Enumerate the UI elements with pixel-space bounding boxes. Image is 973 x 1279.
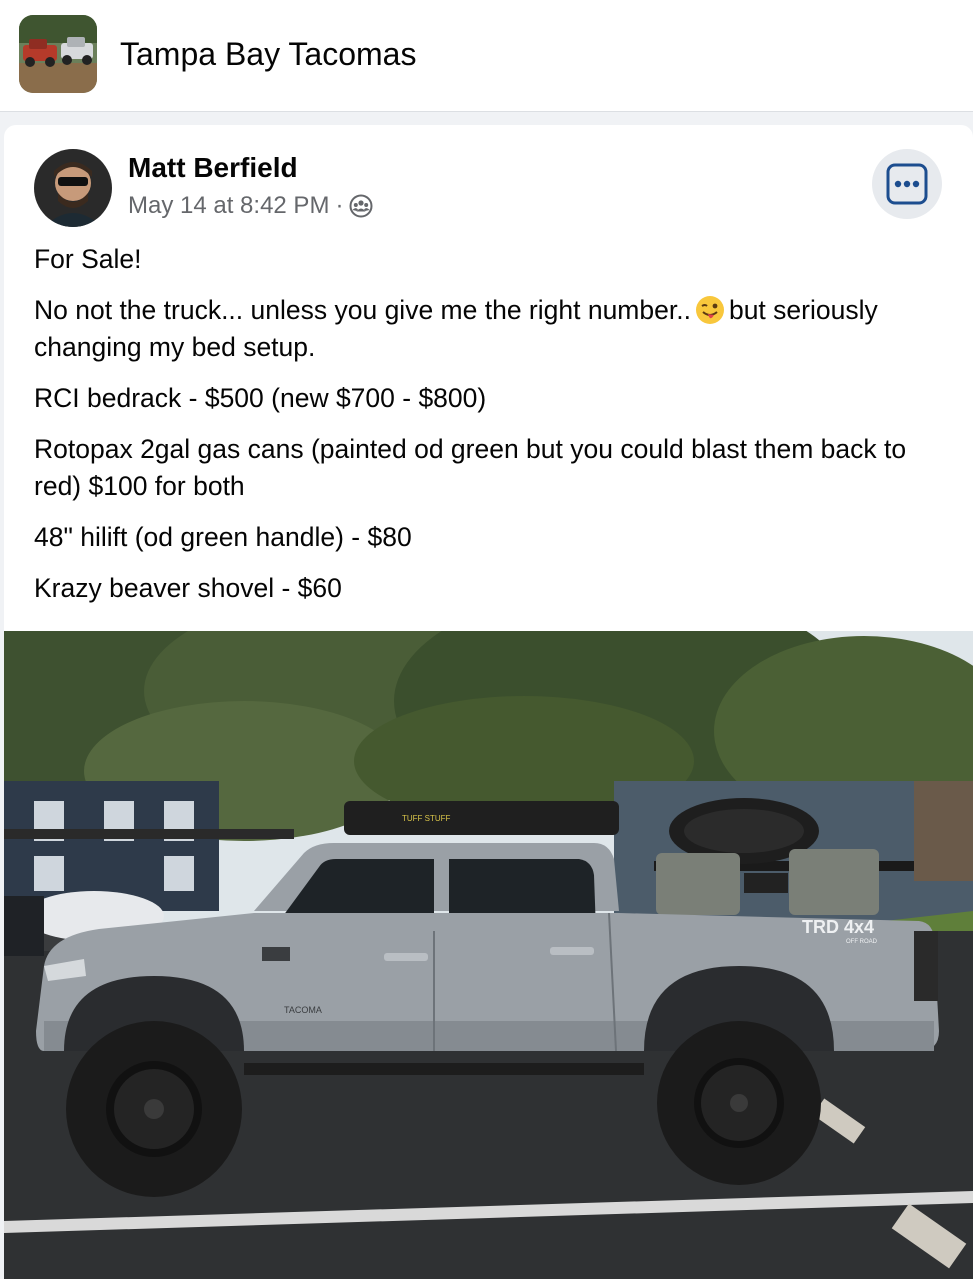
- tacoma-badge-text: TACOMA: [284, 1005, 322, 1015]
- author-name[interactable]: Matt Berfield: [128, 151, 298, 185]
- meta-separator: ·: [335, 192, 344, 219]
- post-line: Krazy beaver shovel - $60: [34, 573, 342, 603]
- group-photo-truck-icon: [19, 15, 97, 93]
- post-line: Rotopax 2gal gas cans (painted od green …: [34, 434, 907, 501]
- facebook-post-screen: Tampa Bay Tacomas Matt Berfield May 14 a…: [0, 0, 973, 1279]
- trd-badge-subtext: OFF ROAD: [846, 939, 878, 945]
- more-options-icon: [886, 163, 928, 205]
- group-members-icon[interactable]: [349, 194, 373, 218]
- truck-photo: TUFF STUFF TRD 4x4 OFF ROAD TACOMA: [4, 631, 973, 1279]
- post-line: 48" hilift (od green handle) - $80: [34, 522, 412, 552]
- winking-face-with-tongue-emoji: [695, 296, 724, 324]
- post-line: For Sale!: [34, 244, 142, 274]
- trd-badge-text: TRD 4x4: [802, 917, 874, 937]
- author-avatar[interactable]: [34, 149, 112, 227]
- group-avatar[interactable]: [19, 15, 97, 93]
- post-card: Matt Berfield May 14 at 8:42 PM · For Sa…: [4, 125, 973, 1279]
- post-photo[interactable]: TUFF STUFF TRD 4x4 OFF ROAD TACOMA: [4, 631, 973, 1279]
- author-photo-icon: [34, 149, 112, 227]
- post-line: No not the truck... unless you give me t…: [34, 292, 934, 366]
- tent-logo-text: TUFF STUFF: [402, 814, 451, 823]
- post-text: For Sale! No not the truck... unless you…: [34, 241, 934, 621]
- more-options-button[interactable]: [872, 149, 942, 219]
- post-line: RCI bedrack - $500 (new $700 - $800): [34, 383, 487, 413]
- group-name[interactable]: Tampa Bay Tacomas: [120, 34, 416, 74]
- post-line-part: No not the truck... unless you give me t…: [34, 295, 691, 325]
- post-timestamp[interactable]: May 14 at 8:42 PM: [128, 191, 329, 221]
- post-meta: May 14 at 8:42 PM ·: [128, 191, 373, 221]
- group-header: Tampa Bay Tacomas: [0, 0, 973, 112]
